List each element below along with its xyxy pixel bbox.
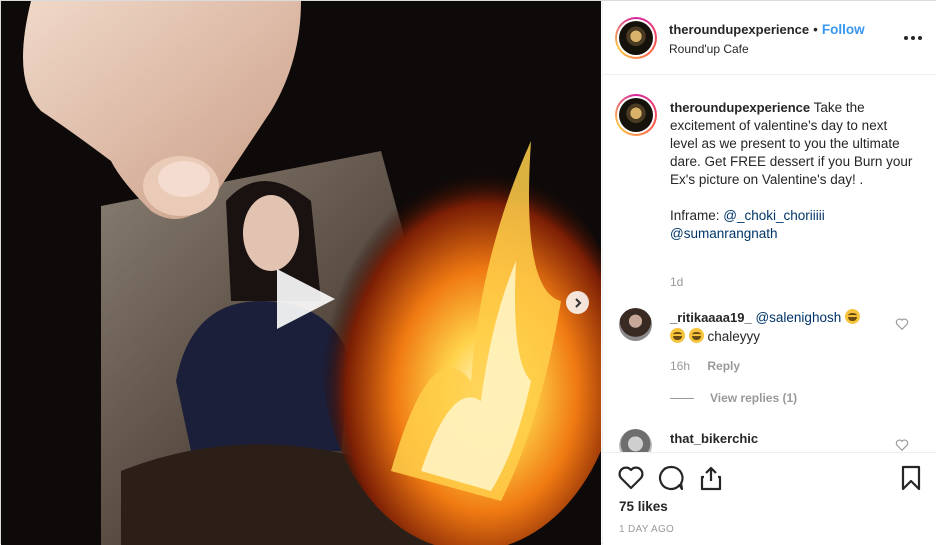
commenter-avatar[interactable] bbox=[619, 308, 652, 341]
play-button[interactable] bbox=[273, 267, 337, 331]
more-options-icon[interactable] bbox=[903, 28, 923, 48]
caption-username[interactable]: theroundupexperience bbox=[670, 100, 810, 115]
caption-author-avatar[interactable] bbox=[615, 94, 657, 136]
header-title-row: theroundupexperience • Follow bbox=[669, 22, 865, 37]
likes-count[interactable]: 75 likes bbox=[619, 499, 668, 514]
mention-link[interactable]: @sumanrangnath bbox=[670, 226, 778, 241]
post-date: 1 DAY AGO bbox=[619, 524, 675, 535]
comment-like-heart-icon[interactable] bbox=[895, 438, 909, 452]
comment-icon[interactable] bbox=[657, 464, 685, 492]
play-icon bbox=[277, 269, 335, 329]
post-media[interactable] bbox=[1, 1, 601, 545]
comment-like-heart-icon[interactable] bbox=[895, 317, 909, 331]
mention-link[interactable]: @_choki_choriiiii bbox=[723, 208, 825, 223]
bookmark-icon[interactable] bbox=[897, 464, 925, 492]
caption-time: 1d bbox=[670, 275, 684, 289]
post-header: theroundupexperience • Follow Round'up Caf… bbox=[603, 1, 936, 75]
comment-username[interactable]: that_bikerchic bbox=[670, 431, 758, 446]
next-media-button[interactable] bbox=[566, 291, 589, 314]
comments-section[interactable]: theroundupexperience Take the excitement… bbox=[603, 76, 936, 452]
author-username[interactable]: theroundupexperience bbox=[669, 22, 809, 37]
laughing-emoji-icon bbox=[670, 328, 685, 343]
mention-link[interactable]: @salenighosh bbox=[755, 310, 841, 325]
reply-button[interactable]: Reply bbox=[707, 359, 740, 373]
inframe-label: Inframe: bbox=[670, 208, 720, 223]
post-sidebar: theroundupexperience • Follow Round'up Caf… bbox=[602, 1, 936, 545]
post-container: theroundupexperience • Follow Round'up Caf… bbox=[0, 0, 936, 545]
commenter-avatar[interactable] bbox=[619, 429, 652, 452]
share-icon[interactable] bbox=[697, 464, 725, 492]
comment-meta: 16h Reply bbox=[670, 359, 740, 373]
like-heart-icon[interactable] bbox=[617, 464, 645, 492]
location-link[interactable]: Round'up Cafe bbox=[669, 42, 749, 56]
laughing-emoji-icon bbox=[844, 309, 860, 324]
laughing-emoji-icon bbox=[688, 328, 704, 343]
replies-divider bbox=[670, 397, 694, 399]
comment: that_bikerchic bbox=[670, 431, 758, 446]
caption: theroundupexperience Take the excitement… bbox=[670, 99, 915, 243]
separator-dot: • bbox=[813, 22, 818, 37]
author-avatar[interactable] bbox=[615, 17, 657, 59]
comment: _ritikaaaa19_ @salenighosh chaleyyy bbox=[670, 308, 900, 346]
follow-button[interactable]: Follow bbox=[822, 22, 865, 37]
comment-text: chaleyyy bbox=[707, 329, 761, 344]
chevron-right-icon bbox=[574, 297, 581, 308]
comment-time: 16h bbox=[670, 359, 691, 373]
view-replies-button[interactable]: View replies (1) bbox=[670, 391, 797, 405]
post-actions: 75 likes 1 DAY AGO bbox=[603, 452, 936, 545]
comment-username[interactable]: _ritikaaaa19_ bbox=[670, 310, 752, 325]
view-replies-label: View replies (1) bbox=[710, 391, 798, 405]
